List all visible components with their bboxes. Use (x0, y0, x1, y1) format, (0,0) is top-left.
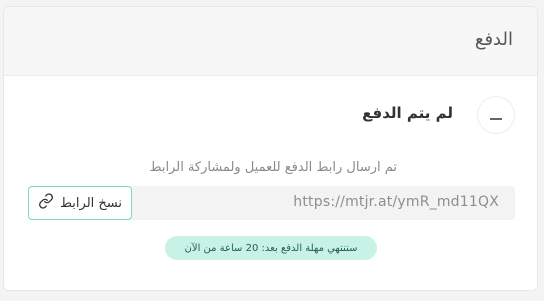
payment-link-url[interactable]: https://mtjr.at/ymR_md11QX (293, 194, 499, 210)
card-body: لم يتم الدفع تم ارسال رابط الدفع للعميل … (4, 75, 537, 290)
card-header: الدفع (4, 7, 537, 75)
copy-link-button[interactable]: نسخ الرابط (28, 186, 132, 220)
payment-card: الدفع لم يتم الدفع تم ارسال رابط الدفع ل… (3, 6, 538, 291)
helper-text: تم ارسال رابط الدفع للعميل ولمشاركة الرا… (149, 160, 397, 175)
link-icon (38, 193, 54, 213)
section-title: الدفع (474, 29, 513, 50)
payment-deadline-badge: ستنتهي مهلة الدفع بعد: 20 ساعة من الآن (165, 236, 377, 260)
minus-icon (477, 96, 515, 134)
payment-status-title: لم يتم الدفع (362, 104, 453, 122)
payment-link-field[interactable]: https://mtjr.at/ymR_md11QX نسخ الرابط (28, 186, 515, 220)
copy-link-label: نسخ الرابط (59, 195, 123, 211)
